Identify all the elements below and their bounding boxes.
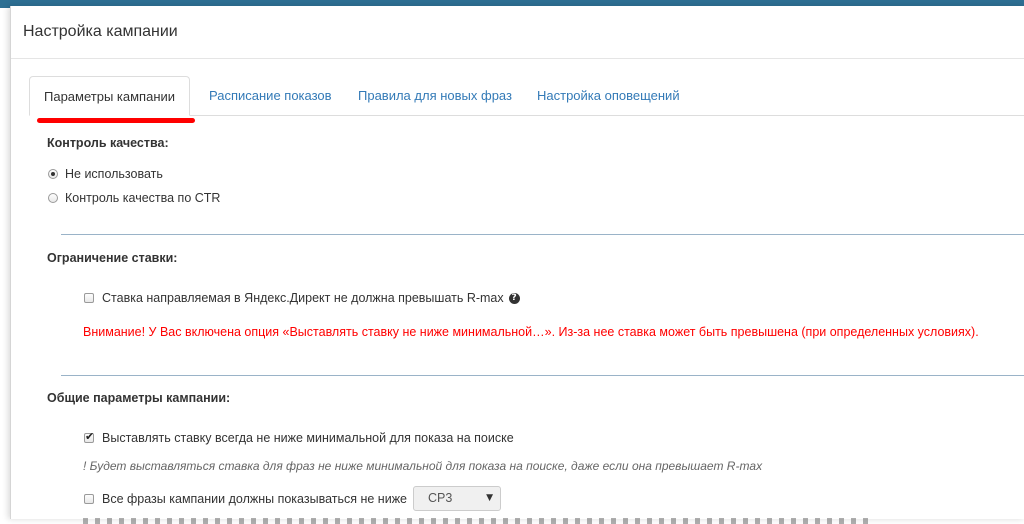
- question-circle-icon[interactable]: ?: [508, 292, 520, 304]
- red-annotation-underline: [37, 118, 195, 123]
- bid-limit-title: Ограничение ставки:: [47, 251, 178, 265]
- campaign-settings-modal: Настройка кампании Параметры кампании Ра…: [10, 6, 1024, 524]
- position-checkbox[interactable]: [84, 493, 94, 504]
- position-select[interactable]: СР3 ▼: [413, 486, 502, 511]
- radio-option-ctr[interactable]: Контроль качества по CTR: [48, 191, 220, 205]
- radio-button[interactable]: [48, 169, 58, 179]
- modal-title: Настройка кампании: [23, 23, 178, 40]
- min-bid-checkbox[interactable]: [84, 430, 94, 443]
- rmax-limit-option[interactable]: Ставка направляемая в Яндекс.Директ не д…: [84, 291, 520, 305]
- warning-text: Внимание! У Вас включена опция «Выставля…: [83, 325, 979, 339]
- section-divider: [61, 375, 1024, 376]
- rmax-limit-checkbox[interactable]: [84, 293, 94, 303]
- position-select-value: СР3: [428, 491, 453, 505]
- section-divider: [61, 234, 1024, 235]
- tab-new-phrase-rules[interactable]: Правила для новых фраз: [344, 76, 526, 115]
- radio-label: Не использовать: [65, 167, 163, 181]
- rmax-limit-label: Ставка направляемая в Яндекс.Директ не д…: [102, 291, 504, 305]
- position-label: Все фразы кампании должны показываться н…: [102, 491, 408, 506]
- position-option[interactable]: Все фразы кампании должны показываться н…: [84, 486, 502, 511]
- general-params-title: Общие параметры кампании:: [47, 391, 231, 405]
- min-bid-label: Выставлять ставку всегда не ниже минимал…: [102, 431, 514, 445]
- tab-campaign-params[interactable]: Параметры кампании: [29, 76, 191, 116]
- modal-header: Настройка кампании: [11, 6, 1024, 59]
- chevron-down-icon: ▼: [486, 493, 494, 503]
- tabs-bar: Параметры кампании Расписание показов Пр…: [29, 76, 1024, 116]
- quality-control-title: Контроль качества:: [47, 136, 169, 150]
- min-bid-note: ! Будет выставляться ставка для фраз не …: [83, 459, 763, 473]
- radio-label: Контроль качества по CTR: [65, 191, 221, 205]
- tab-notifications[interactable]: Настройка оповещений: [523, 76, 694, 115]
- min-bid-option[interactable]: Выставлять ставку всегда не ниже минимал…: [84, 430, 514, 445]
- radio-button[interactable]: [48, 193, 58, 203]
- radio-option-none[interactable]: Не использовать: [48, 167, 163, 181]
- tab-schedule[interactable]: Расписание показов: [195, 76, 346, 115]
